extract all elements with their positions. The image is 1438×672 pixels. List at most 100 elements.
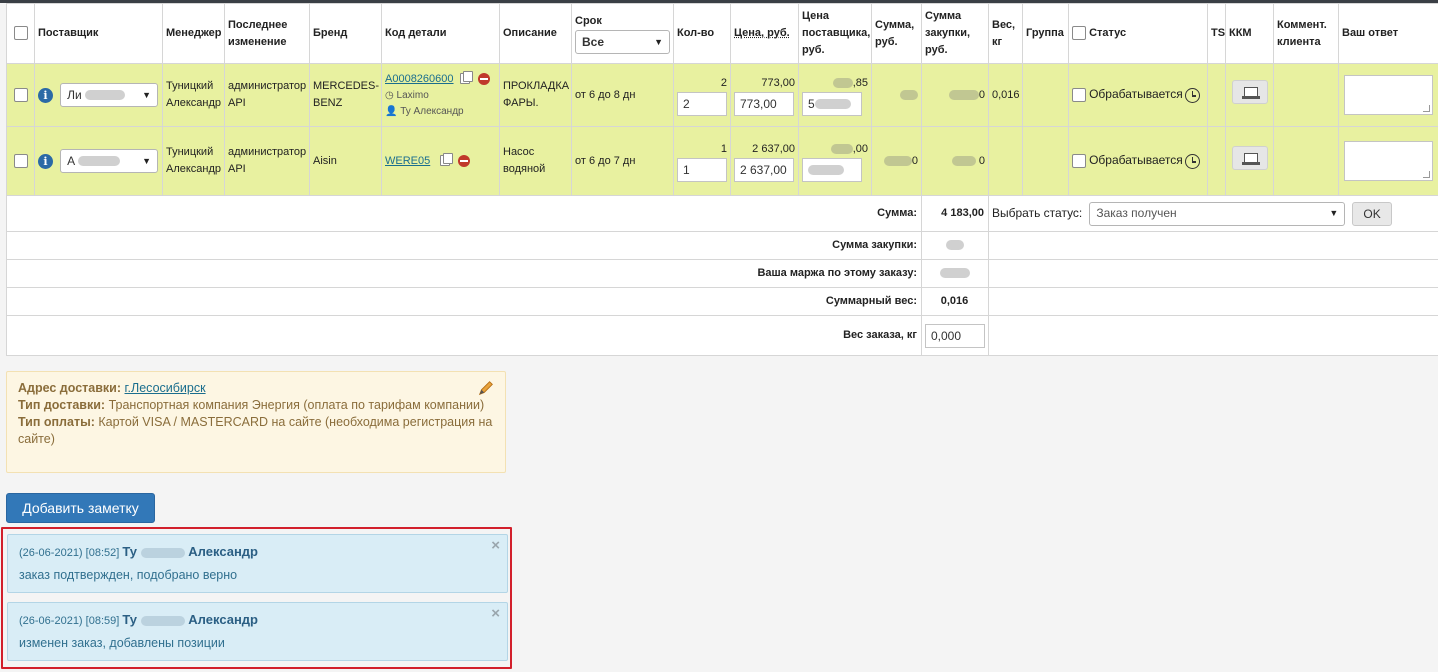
col-purchase-sum: Сумма закупки, руб. xyxy=(921,3,989,64)
answer-textarea[interactable] xyxy=(1344,141,1433,181)
order-status-select[interactable]: Заказ получен ▼ xyxy=(1089,201,1346,226)
status-all-checkbox[interactable] xyxy=(1072,26,1086,41)
close-icon[interactable]: × xyxy=(491,605,500,622)
term-cell: от 6 до 7 дн xyxy=(571,126,674,196)
copy-icon[interactable] xyxy=(440,153,454,167)
part-code-link[interactable]: WERE05 xyxy=(385,155,430,167)
status-cell: Обрабатывается xyxy=(1068,63,1208,127)
manager-cell: Туницкий Александр xyxy=(162,63,225,127)
supplier-select[interactable]: А ▼ xyxy=(60,149,159,173)
description-cell: ПРОКЛАДКА ФАРЫ. xyxy=(499,63,572,127)
select-all-checkbox[interactable] xyxy=(13,26,28,41)
col-status-label: Статус xyxy=(1089,27,1127,39)
supplier-select[interactable]: Ли ▼ xyxy=(60,83,159,107)
group-cell xyxy=(1022,126,1069,196)
brand-cell: Aisin xyxy=(309,126,382,196)
remove-icon[interactable] xyxy=(458,154,471,167)
supplier-price-input[interactable] xyxy=(802,157,862,182)
note-author: Ту Александр xyxy=(122,612,259,627)
answer-cell xyxy=(1338,63,1438,127)
delivery-type-label: Тип доставки: xyxy=(18,398,106,412)
add-note-button[interactable]: Добавить заметку xyxy=(6,493,155,523)
info-icon[interactable]: i xyxy=(38,153,53,169)
price-cell: 773,00 773,00 xyxy=(730,63,799,127)
term-cell: от 6 до 8 дн xyxy=(571,63,674,127)
part-code-cell: A0008260600 ◷ Laximo 👤 Ту Александр xyxy=(381,63,500,127)
supplier-price-input[interactable]: 5 xyxy=(802,91,862,116)
col-term-label: Срок xyxy=(575,15,602,27)
sum-value: 4 183,00 xyxy=(921,195,989,232)
status-change-cell: Выбрать статус: Заказ получен ▼ OK xyxy=(988,195,1438,232)
row-select-cell[interactable] xyxy=(6,63,35,127)
purchase-sum-value xyxy=(921,231,989,260)
clock-icon[interactable] xyxy=(1184,153,1200,169)
pencil-icon[interactable] xyxy=(477,379,495,397)
receipt-printer-icon[interactable] xyxy=(1231,80,1268,104)
user-icon: 👤 xyxy=(385,105,398,117)
note-text: изменен заказ, добавлены позиции xyxy=(19,636,225,650)
receipt-printer-icon[interactable] xyxy=(1231,146,1268,170)
part-code-cell: WERE05 xyxy=(381,126,500,196)
status-checkbox[interactable] xyxy=(1072,88,1086,103)
supplier-price-cell: ,00 xyxy=(798,126,872,196)
price-label: 773,00 xyxy=(761,76,795,89)
price-input[interactable]: 773,00 xyxy=(734,91,794,116)
qty-input[interactable]: 1 xyxy=(677,157,727,182)
empty-cell xyxy=(988,259,1438,288)
note-timestamp: (26-06-2021) [08:59] xyxy=(19,615,120,627)
col-client-comment: Коммент. клиента xyxy=(1273,3,1339,64)
part-code-link[interactable]: A0008260600 xyxy=(385,73,454,85)
info-icon[interactable]: i xyxy=(38,87,53,103)
order-status-value: Заказ получен xyxy=(1096,206,1177,220)
purchase-sum-cell: 0 xyxy=(921,63,989,127)
remove-icon[interactable] xyxy=(477,72,490,85)
empty-cell xyxy=(988,287,1438,316)
col-price-sort-link[interactable]: Цена, руб. xyxy=(734,27,790,39)
close-icon[interactable]: × xyxy=(491,537,500,554)
delivery-type-line: Тип доставки: Транспортная компания Энер… xyxy=(18,397,494,414)
summary-row-weight: Суммарный вес: 0,016 xyxy=(6,287,1438,316)
supplier-cell: i А ▼ xyxy=(34,126,163,196)
clock-icon[interactable] xyxy=(1184,87,1200,103)
qty-cell: 1 1 xyxy=(673,126,731,196)
chevron-down-icon: ▼ xyxy=(1329,208,1339,218)
copy-icon[interactable] xyxy=(459,71,473,85)
status-text: Обрабатывается xyxy=(1089,87,1183,101)
order-weight-input[interactable]: 0,000 xyxy=(925,323,985,348)
total-weight-value: 0,016 xyxy=(921,287,989,316)
col-status: Статус xyxy=(1068,3,1208,64)
row-checkbox[interactable] xyxy=(13,87,28,102)
brand-cell: MERCEDES-BENZ xyxy=(309,63,382,127)
description-cell: Насос водяной xyxy=(499,126,572,196)
row-select-cell[interactable] xyxy=(6,126,35,196)
price-label: 2 637,00 xyxy=(752,142,795,155)
margin-label: Ваша маржа по этому заказу: xyxy=(6,259,922,288)
col-description: Описание xyxy=(499,3,572,64)
row-checkbox[interactable] xyxy=(13,153,28,168)
last-change-cell: администратор API xyxy=(224,126,310,196)
ts-cell xyxy=(1207,126,1226,196)
term-filter-select[interactable]: Все ▼ xyxy=(575,30,670,54)
col-supplier: Поставщик xyxy=(34,3,163,64)
ok-button[interactable]: OK xyxy=(1352,201,1392,226)
answer-textarea[interactable] xyxy=(1344,75,1433,115)
sum-cell: 0 xyxy=(871,126,922,196)
col-brand: Бренд xyxy=(309,3,382,64)
qty-input[interactable]: 2 xyxy=(677,91,727,116)
status-checkbox[interactable] xyxy=(1072,154,1086,169)
select-all-cell[interactable] xyxy=(6,3,35,64)
weight-cell: 0,016 xyxy=(988,63,1023,127)
chevron-down-icon: ▼ xyxy=(142,155,152,166)
col-ts: TS xyxy=(1207,3,1226,64)
delivery-address-link[interactable]: г.Лесосибирск xyxy=(125,381,206,395)
source-label: ◷ Laximo xyxy=(385,89,429,101)
delivery-address-line: Адрес доставки: г.Лесосибирск xyxy=(18,380,494,397)
payment-type-line: Тип оплаты: Картой VISA / MASTERCARD на … xyxy=(18,414,494,448)
group-cell xyxy=(1022,63,1069,127)
col-price[interactable]: Цена, руб. xyxy=(730,3,799,64)
col-qty: Кол-во xyxy=(673,3,731,64)
delivery-info-panel: Адрес доставки: г.Лесосибирск Тип достав… xyxy=(6,371,506,473)
price-input[interactable]: 2 637,00 xyxy=(734,157,794,182)
total-weight-label: Суммарный вес: xyxy=(6,287,922,316)
purchase-sum-label: Сумма закупки: xyxy=(6,231,922,260)
